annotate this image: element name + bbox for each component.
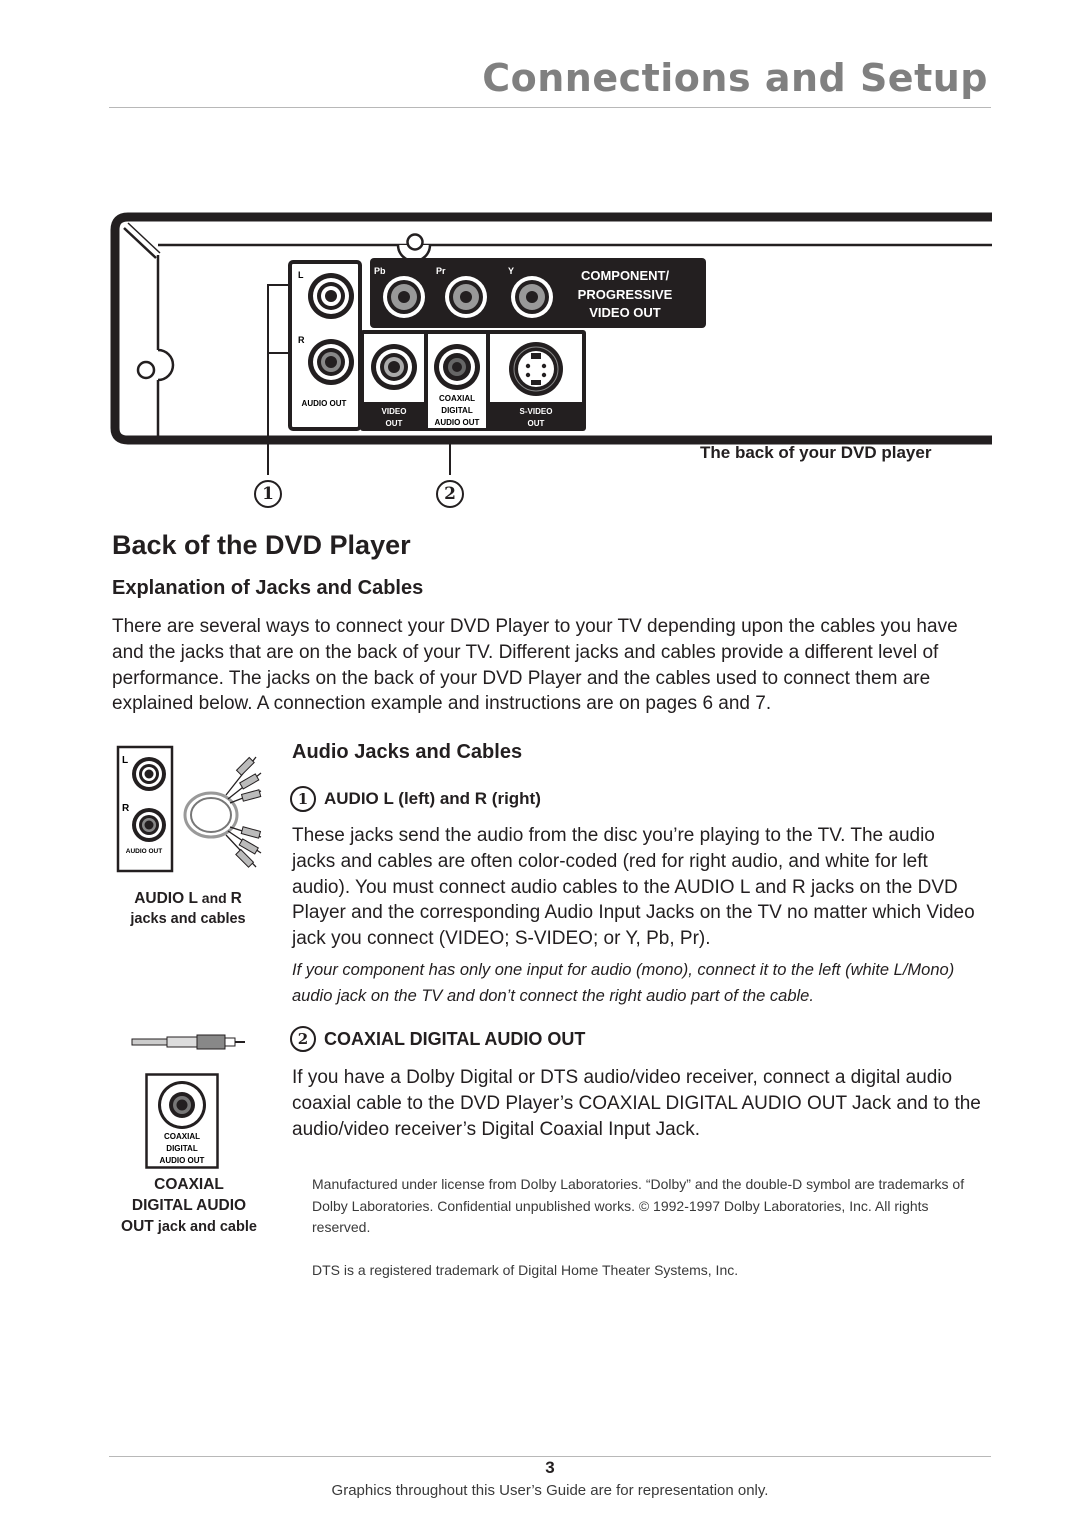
- callout-1: 1: [254, 480, 282, 508]
- coaxial-jack-figure: COAXIAL DIGITAL AUDIO OUT: [145, 1073, 219, 1169]
- audio-figure-caption: AUDIO L and R jacks and cables: [112, 888, 264, 930]
- screw-hole-left: [136, 360, 156, 380]
- page-number: 3: [545, 1458, 555, 1477]
- item-2-body: If you have a Dolby Digital or DTS audio…: [292, 1067, 981, 1140]
- component-label-2: PROGRESSIVE: [578, 287, 673, 302]
- svideo-label-2: OUT: [528, 419, 545, 428]
- header-divider: [109, 107, 991, 108]
- dvd-back-panel-diagram: L R AUDIO OUT Pb Pr Y COMPONENT/ PROGRES…: [110, 212, 992, 475]
- fig-audio-r-jack: [132, 808, 166, 842]
- item-1-note: If your component has only one input for…: [292, 961, 955, 1005]
- coaxial-label-2: DIGITAL: [441, 406, 473, 415]
- screw-hole-top: [406, 233, 424, 251]
- dts-notice: DTS is a registered trademark of Digital…: [312, 1262, 739, 1278]
- audio-r-jack: [308, 339, 354, 385]
- audio-section-heading: Audio Jacks and Cables: [292, 741, 523, 763]
- fig-coaxial-label-1: COAXIAL: [164, 1132, 200, 1141]
- video-out-label-2: OUT: [386, 419, 403, 428]
- pr-jack: [445, 276, 487, 318]
- video-out-jack: [371, 344, 417, 390]
- diagram-caption: The back of your DVD player: [700, 443, 932, 462]
- intro-paragraph: There are several ways to connect your D…: [112, 616, 958, 715]
- fig-coaxial-jack: [158, 1081, 206, 1129]
- video-out-label-1: VIDEO: [382, 407, 407, 416]
- fig-audio-out-label: AUDIO OUT: [126, 848, 163, 855]
- svideo-jack: [509, 342, 563, 396]
- chassis-bevel-2: [127, 222, 161, 254]
- callout-2: 2: [436, 480, 464, 508]
- audio-caption-r: R: [230, 890, 242, 907]
- item-2-title: COAXIAL DIGITAL AUDIO OUT: [324, 1028, 586, 1049]
- chassis-bevel: [123, 227, 157, 259]
- audio-l-jack: [308, 273, 354, 319]
- svideo-label-1: S-VIDEO: [520, 407, 553, 416]
- fig-coaxial-label-2: DIGITAL: [166, 1144, 198, 1153]
- item-2-heading: 2 COAXIAL DIGITAL AUDIO OUT: [290, 1026, 585, 1052]
- coaxial-figure-caption: COAXIAL DIGITAL AUDIO OUT jack and cable: [108, 1174, 270, 1238]
- coaxial-label-3: AUDIO OUT: [435, 418, 480, 427]
- item-1-body: These jacks send the audio from the disc…: [292, 825, 975, 950]
- footer-divider: [109, 1456, 991, 1457]
- coaxial-caption-rest: jack and cable: [153, 1219, 257, 1235]
- fig-audio-r-label: R: [122, 803, 130, 814]
- pb-jack: [383, 276, 425, 318]
- coaxial-cable-figure: [131, 1034, 245, 1050]
- rca-cable-bundle: [183, 756, 262, 868]
- audio-l-label: L: [298, 270, 304, 280]
- screw-notch-left: [157, 348, 175, 382]
- item-2-number: 2: [290, 1026, 316, 1052]
- pr-label: Pr: [436, 266, 446, 276]
- coaxial-label-1: COAXIAL: [439, 394, 475, 403]
- item-1-heading: 1 AUDIO L (left) and R (right): [290, 786, 541, 812]
- item-1-number: 1: [290, 786, 316, 812]
- audio-caption-line2: jacks and cables: [130, 911, 246, 927]
- item-1-title: AUDIO L (left) and R (right): [324, 789, 541, 808]
- footer-note: Graphics throughout this User’s Guide ar…: [331, 1482, 769, 1499]
- audio-out-label: AUDIO OUT: [302, 399, 347, 408]
- component-label-3: VIDEO OUT: [589, 305, 661, 320]
- pb-label: Pb: [374, 266, 386, 276]
- y-jack: [511, 276, 553, 318]
- coaxial-jack: [434, 344, 480, 390]
- audio-r-label: R: [298, 335, 305, 345]
- section-subtitle: Explanation of Jacks and Cables: [112, 577, 424, 599]
- fig-coaxial-label-3: AUDIO OUT: [160, 1156, 205, 1165]
- component-label-1: COMPONENT/: [581, 268, 670, 283]
- dolby-notice: Manufactured under license from Dolby La…: [312, 1176, 965, 1235]
- audio-caption-l: AUDIO L: [134, 890, 198, 907]
- section-title: Back of the DVD Player: [112, 530, 411, 560]
- coaxial-caption-line2: DIGITAL AUDIO: [131, 1197, 247, 1214]
- page-header-title: Connections and Setup: [482, 56, 988, 100]
- coaxial-caption-out: OUT: [121, 1218, 154, 1235]
- audio-caption-and: and: [197, 890, 231, 906]
- audio-jacks-figure: L R AUDIO OUT: [116, 745, 262, 873]
- coaxial-caption-line1: COAXIAL: [154, 1176, 224, 1193]
- y-label: Y: [508, 266, 514, 276]
- fig-audio-l-jack: [132, 757, 166, 791]
- fig-audio-l-label: L: [122, 755, 128, 766]
